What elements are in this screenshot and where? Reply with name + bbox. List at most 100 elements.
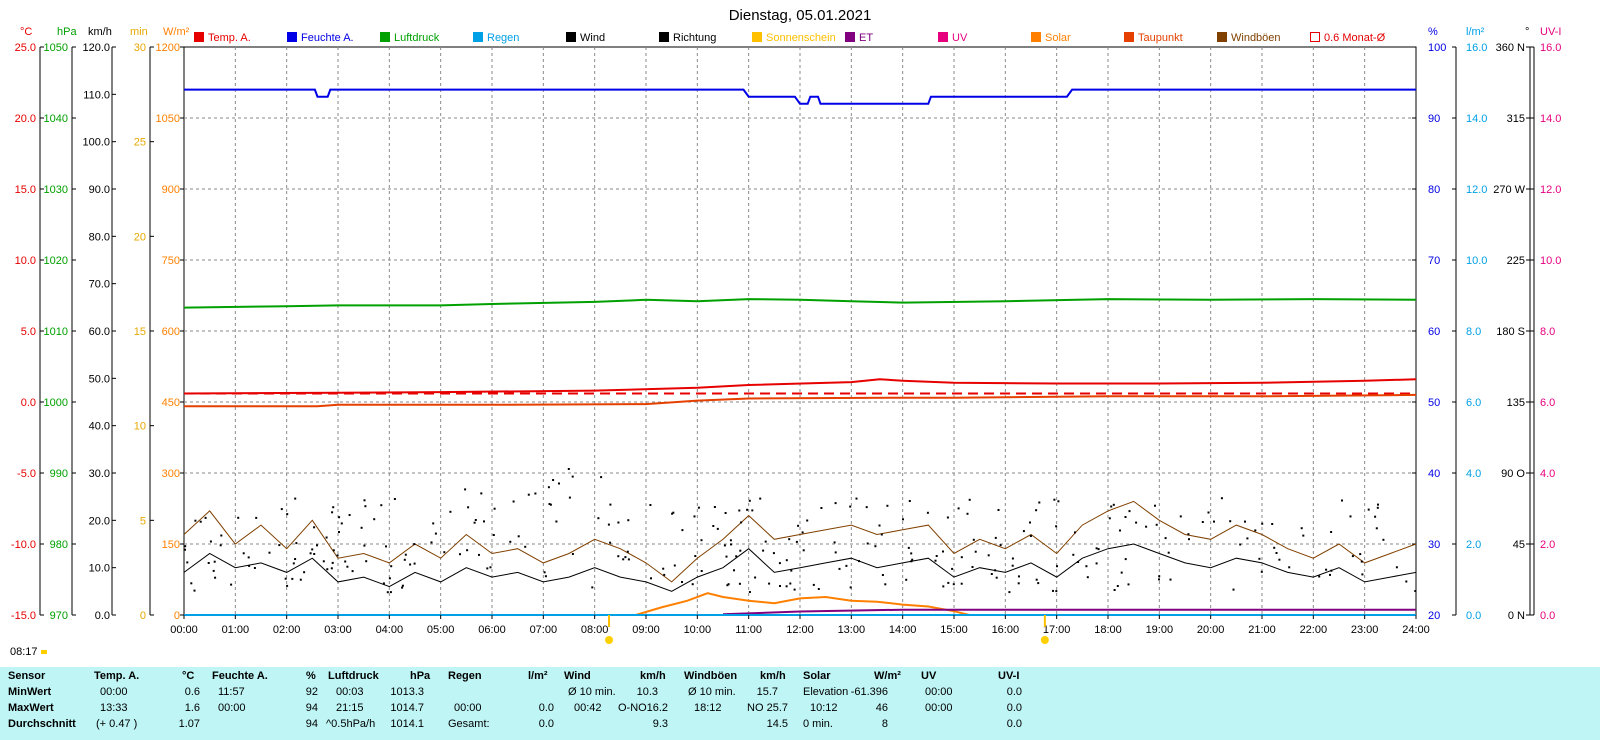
legend-label: Richtung [673,32,716,44]
wind-direction-dot [1120,571,1123,574]
axis-tick-label-sunmin: 0 [140,610,146,622]
time-tick-label: 17:00 [1043,624,1071,636]
wind-value: 9.3 [652,718,668,730]
wind-direction-dot [1367,508,1370,511]
wind-direction-dot [443,551,446,554]
wind-direction-dot [926,511,929,514]
legend-label: Regen [487,32,519,44]
hdr-rain-unit: l/m² [528,670,548,682]
wind-direction-dot [534,492,537,495]
legend-swatch [659,32,669,42]
wind-direction-dot [960,556,963,559]
rain-value: 0.0 [538,702,554,714]
wind-direction-dot [340,522,343,525]
wind-direction-dot [1110,505,1113,508]
temp-value: 0.6 [184,686,200,698]
axis-tick-label-sunmin: 5 [140,515,146,527]
wind-direction-dot [184,548,186,551]
gust-label: Ø 10 min. [688,686,736,698]
axis-tick-label-uv: 10.0 [1540,255,1561,267]
wind-direction-dot [1086,576,1089,579]
wind-direction-dot [1261,522,1264,525]
hdr-press: Luftdruck [328,670,379,682]
wind-direction-dot [1349,515,1352,518]
wind-direction-dot [908,500,911,502]
wind-direction-dot [309,552,312,555]
wind-direction-dot [762,549,765,552]
wind-direction-dot [1288,566,1291,569]
wind-direction-dot [552,479,555,481]
legend-label: Solar [1045,32,1071,44]
wind-direction-dot [997,509,1000,511]
wind-direction-dot [1158,578,1160,581]
wind-direction-dot [1053,498,1056,501]
wind-direction-dot [995,576,998,579]
axis-tick-label-pressure: 1020 [44,255,68,267]
uv-time: 00:00 [925,702,953,714]
wind-direction-dot [295,542,298,545]
wind-direction-dot [1232,588,1235,591]
wind-direction-dot [951,567,954,570]
wind-direction-dot [772,552,775,555]
wind-direction-dot [1097,548,1100,551]
wind-direction-dot [253,567,256,569]
wind-direction-dot [1405,580,1408,583]
row-label: MinWert [8,686,52,698]
sunrise-label: 08:17 [10,646,38,658]
wind-direction-dot [512,500,515,503]
wind-direction-dot [738,509,741,512]
wind-direction-dot [268,551,271,554]
axis-tick-label-solar: 1200 [156,42,180,54]
hdr-hum: Feuchte A. [212,670,268,682]
wind-direction-dot [390,565,393,568]
sunrise-sun-icon [605,636,614,644]
axis-tick-label-temp: -15.0 [11,610,36,622]
axis-tick-label-solar: 450 [162,397,180,409]
wind-direction-dot [558,482,560,485]
legend-swatch [1217,32,1227,42]
wind-direction-dot [255,516,258,519]
wind-direction-dot [1300,527,1303,530]
wind-direction-dot [880,533,883,536]
wind-direction-dot [1164,537,1167,540]
wind-direction-dot [1361,573,1364,576]
wind-direction-dot [1145,525,1148,528]
hdr-press-unit: hPa [410,670,431,682]
axis-tick-label-sunmin: 20 [134,231,146,243]
wind-direction-dot [990,573,993,575]
axis-tick-label-wind: 70.0 [89,279,110,291]
solar-label: 10:12 [810,702,838,714]
axis-tick-label-uv: 6.0 [1540,397,1555,409]
wind-direction-dot [1158,575,1161,578]
wind-direction-dot [960,582,963,585]
wind-direction-dot [733,569,735,572]
legend-label: ET [859,32,873,44]
wind-direction-dot [1375,527,1378,530]
wind-direction-dot [286,513,289,516]
wind-direction-dot [336,554,339,557]
axis-tick-label-humidity: 100 [1428,42,1446,54]
series-line-uv [722,608,1416,616]
axis-tick-label-rain: 12.0 [1466,184,1487,196]
wind-direction-dot [325,536,328,539]
axis-tick-label-pressure: 980 [50,539,68,551]
time-tick-label: 16:00 [992,624,1020,636]
hum-time: 00:00 [218,702,246,714]
axis-tick-label-uv: 12.0 [1540,184,1561,196]
axis-tick-label-direction: 225 [1507,255,1525,267]
wind-direction-dot [974,550,977,553]
wind-direction-dot [942,585,945,588]
axis-tick-label-temp: 20.0 [15,113,36,125]
wind-direction-dot [626,550,629,553]
axis-unit-temp: °C [20,26,32,38]
wind-direction-dot [332,549,335,552]
axis-tick-label-uv: 4.0 [1540,468,1555,480]
gust-value: 15.7 [756,686,778,698]
time-tick-label: 24:00 [1402,624,1430,636]
wind-direction-dot [1395,566,1398,569]
wind-direction-dot [729,539,732,542]
axis-tick-label-temp: 10.0 [15,255,36,267]
wind-direction-dot [382,582,385,585]
axis-tick-label-rain: 4.0 [1466,468,1481,480]
axis-tick-label-wind: 90.0 [89,184,110,196]
